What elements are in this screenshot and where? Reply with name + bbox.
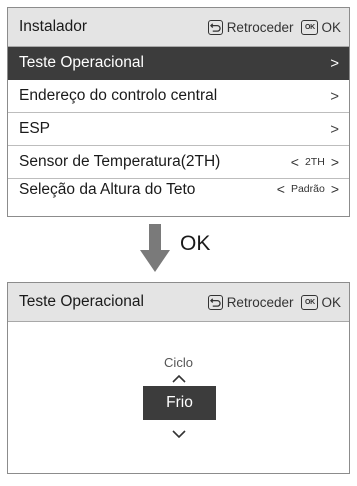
- caret-down-icon[interactable]: [172, 430, 186, 438]
- selector-value: Padrão: [290, 183, 325, 195]
- chevron-left-icon[interactable]: <: [291, 154, 299, 170]
- chevron-right-icon[interactable]: >: [331, 181, 339, 197]
- ok-button-label[interactable]: OK: [321, 295, 341, 310]
- back-icon[interactable]: [207, 294, 223, 310]
- installer-menu-screen: Instalador Retroceder OK OK Teste Operac…: [7, 7, 350, 217]
- test-operation-screen: Teste Operacional Retroceder OK OK Ciclo…: [7, 282, 350, 474]
- ok-button-label[interactable]: OK: [321, 20, 341, 35]
- back-button-label[interactable]: Retroceder: [227, 295, 294, 310]
- cycle-label: Ciclo: [164, 355, 193, 370]
- menu-item-altura-teto[interactable]: Seleção da Altura do Teto < Padrão >: [8, 179, 349, 199]
- transition-ok-label: OK: [180, 232, 211, 255]
- menu-item-teste-operacional[interactable]: Teste Operacional >: [8, 47, 349, 80]
- value-selector: < Padrão >: [277, 181, 339, 197]
- header-nav: Retroceder OK OK: [207, 19, 341, 35]
- test-operation-header: Teste Operacional Retroceder OK OK: [8, 283, 349, 322]
- installer-header: Instalador Retroceder OK OK: [8, 8, 349, 47]
- header-nav: Retroceder OK OK: [207, 294, 341, 310]
- value-selector: < 2TH >: [291, 154, 339, 170]
- caret-up-icon[interactable]: [172, 375, 186, 383]
- page-title: Instalador: [19, 18, 88, 35]
- menu-item-label: Endereço do controlo central: [19, 87, 218, 104]
- menu-item-label: Sensor de Temperatura(2TH): [19, 153, 221, 170]
- selector-value: 2TH: [304, 156, 325, 168]
- chevron-left-icon[interactable]: <: [277, 181, 285, 197]
- cycle-value[interactable]: Frio: [143, 386, 216, 420]
- menu-item-label: Seleção da Altura do Teto: [19, 181, 196, 198]
- menu-item-sensor-temperatura[interactable]: Sensor de Temperatura(2TH) < 2TH >: [8, 146, 349, 179]
- cycle-selector-area: Ciclo Frio: [8, 322, 349, 473]
- menu-item-label: ESP: [19, 120, 51, 137]
- chevron-right-icon[interactable]: >: [331, 154, 339, 170]
- ok-key-icon[interactable]: OK: [301, 19, 319, 35]
- menu-item-label: Teste Operacional: [19, 54, 144, 71]
- back-icon[interactable]: [207, 19, 223, 35]
- chevron-right-icon: >: [330, 54, 339, 72]
- page-title: Teste Operacional: [19, 293, 144, 310]
- menu-item-esp[interactable]: ESP >: [8, 113, 349, 146]
- menu-item-endereco-controlo-central[interactable]: Endereço do controlo central >: [8, 80, 349, 113]
- back-button-label[interactable]: Retroceder: [227, 20, 294, 35]
- chevron-right-icon: >: [330, 120, 339, 138]
- ok-key-icon[interactable]: OK: [301, 294, 319, 310]
- arrow-down-icon: [140, 224, 170, 272]
- chevron-right-icon: >: [330, 87, 339, 105]
